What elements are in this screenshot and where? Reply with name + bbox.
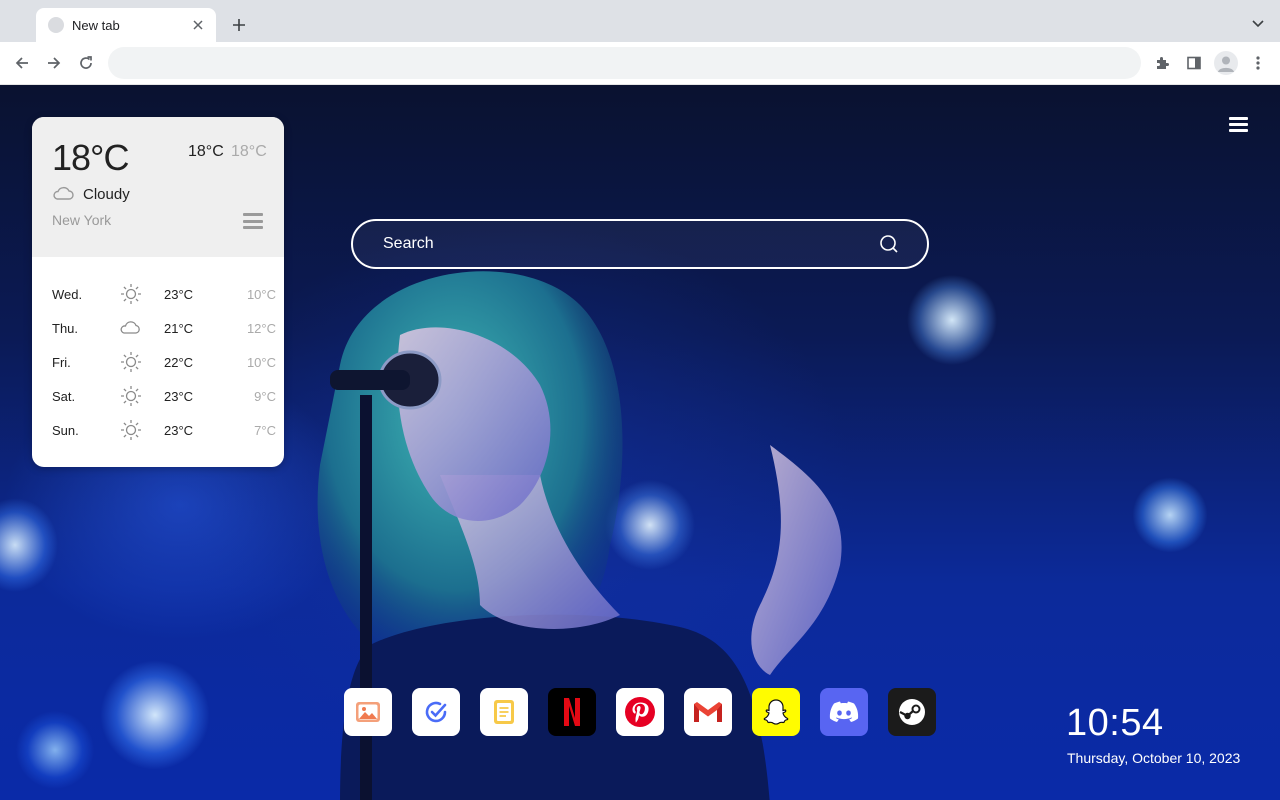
page-menu-icon[interactable] — [1229, 117, 1248, 132]
close-tab-icon[interactable] — [190, 17, 206, 33]
more-options-icon[interactable] — [1245, 50, 1271, 76]
forecast-low: 12°C — [246, 320, 276, 336]
new-tab-button[interactable] — [228, 14, 250, 36]
new-tab-page: 18°C 18°C 18°C Cloudy New York Wed. 23°C… — [0, 85, 1280, 800]
forecast-row: Sat. 23°C 9°C — [32, 379, 284, 413]
search-box — [351, 219, 929, 269]
forecast-high: 23°C — [164, 286, 194, 302]
browser-toolbar — [0, 42, 1280, 85]
forecast-high: 22°C — [164, 354, 194, 370]
netflix-icon[interactable] — [548, 688, 596, 736]
shortcut-dock — [344, 688, 936, 736]
steam-icon[interactable] — [888, 688, 936, 736]
forecast-day: Fri. — [52, 354, 71, 370]
sun-icon — [121, 420, 141, 440]
chevron-down-icon[interactable] — [1248, 14, 1268, 34]
search-icon[interactable] — [879, 234, 899, 254]
forecast-list: Wed. 23°C 10°C Thu. 21°C 12°C Fri. 22°C … — [32, 277, 284, 447]
extensions-icon[interactable] — [1149, 50, 1175, 76]
sun-icon — [121, 284, 141, 304]
tab-title: New tab — [72, 17, 120, 33]
weather-widget: 18°C 18°C 18°C Cloudy New York Wed. 23°C… — [32, 117, 284, 467]
gmail-icon[interactable] — [684, 688, 732, 736]
sun-icon — [121, 352, 141, 372]
forecast-high: 23°C — [164, 422, 194, 438]
forecast-day: Wed. — [52, 286, 83, 302]
forecast-row: Wed. 23°C 10°C — [32, 277, 284, 311]
forecast-day: Thu. — [52, 320, 79, 336]
check-circle-icon[interactable] — [412, 688, 460, 736]
current-temperature: 18°C — [52, 137, 129, 178]
weather-condition: Cloudy — [83, 186, 130, 203]
forecast-low: 7°C — [254, 422, 276, 438]
forecast-day: Sat. — [52, 388, 76, 404]
forecast-day: Sun. — [52, 422, 79, 438]
forecast-high: 23°C — [164, 388, 194, 404]
address-bar[interactable] — [108, 47, 1141, 79]
cloud-icon — [120, 321, 140, 334]
search-input[interactable] — [383, 221, 863, 267]
forecast-row: Thu. 21°C 12°C — [32, 311, 284, 345]
tab-new-tab[interactable]: New tab — [36, 8, 216, 42]
pinterest-icon[interactable] — [616, 688, 664, 736]
weather-city: New York — [52, 212, 112, 228]
side-panel-icon[interactable] — [1181, 50, 1207, 76]
snapchat-icon[interactable] — [752, 688, 800, 736]
photos-icon[interactable] — [344, 688, 392, 736]
forward-button[interactable] — [41, 50, 67, 76]
notes-icon[interactable] — [480, 688, 528, 736]
weather-menu-icon[interactable] — [243, 213, 263, 229]
tab-favicon-icon — [48, 17, 64, 33]
clock-time: 10:54 — [1066, 702, 1164, 744]
reload-button[interactable] — [73, 50, 99, 76]
forecast-low: 9°C — [254, 388, 276, 404]
weather-current: 18°C 18°C 18°C Cloudy New York — [32, 117, 284, 257]
today-low: 18°C — [231, 143, 267, 160]
forecast-low: 10°C — [246, 354, 276, 370]
profile-avatar[interactable] — [1214, 51, 1238, 75]
sun-icon — [121, 386, 141, 406]
forecast-low: 10°C — [246, 286, 276, 302]
back-button[interactable] — [9, 50, 35, 76]
forecast-high: 21°C — [164, 320, 194, 336]
forecast-row: Sun. 23°C 7°C — [32, 413, 284, 447]
cloud-icon — [53, 186, 74, 200]
clock-date: Thursday, October 10, 2023 — [1067, 750, 1241, 766]
forecast-row: Fri. 22°C 10°C — [32, 345, 284, 379]
today-high: 18°C — [188, 143, 224, 160]
discord-icon[interactable] — [820, 688, 868, 736]
tab-strip: New tab — [0, 0, 1280, 42]
